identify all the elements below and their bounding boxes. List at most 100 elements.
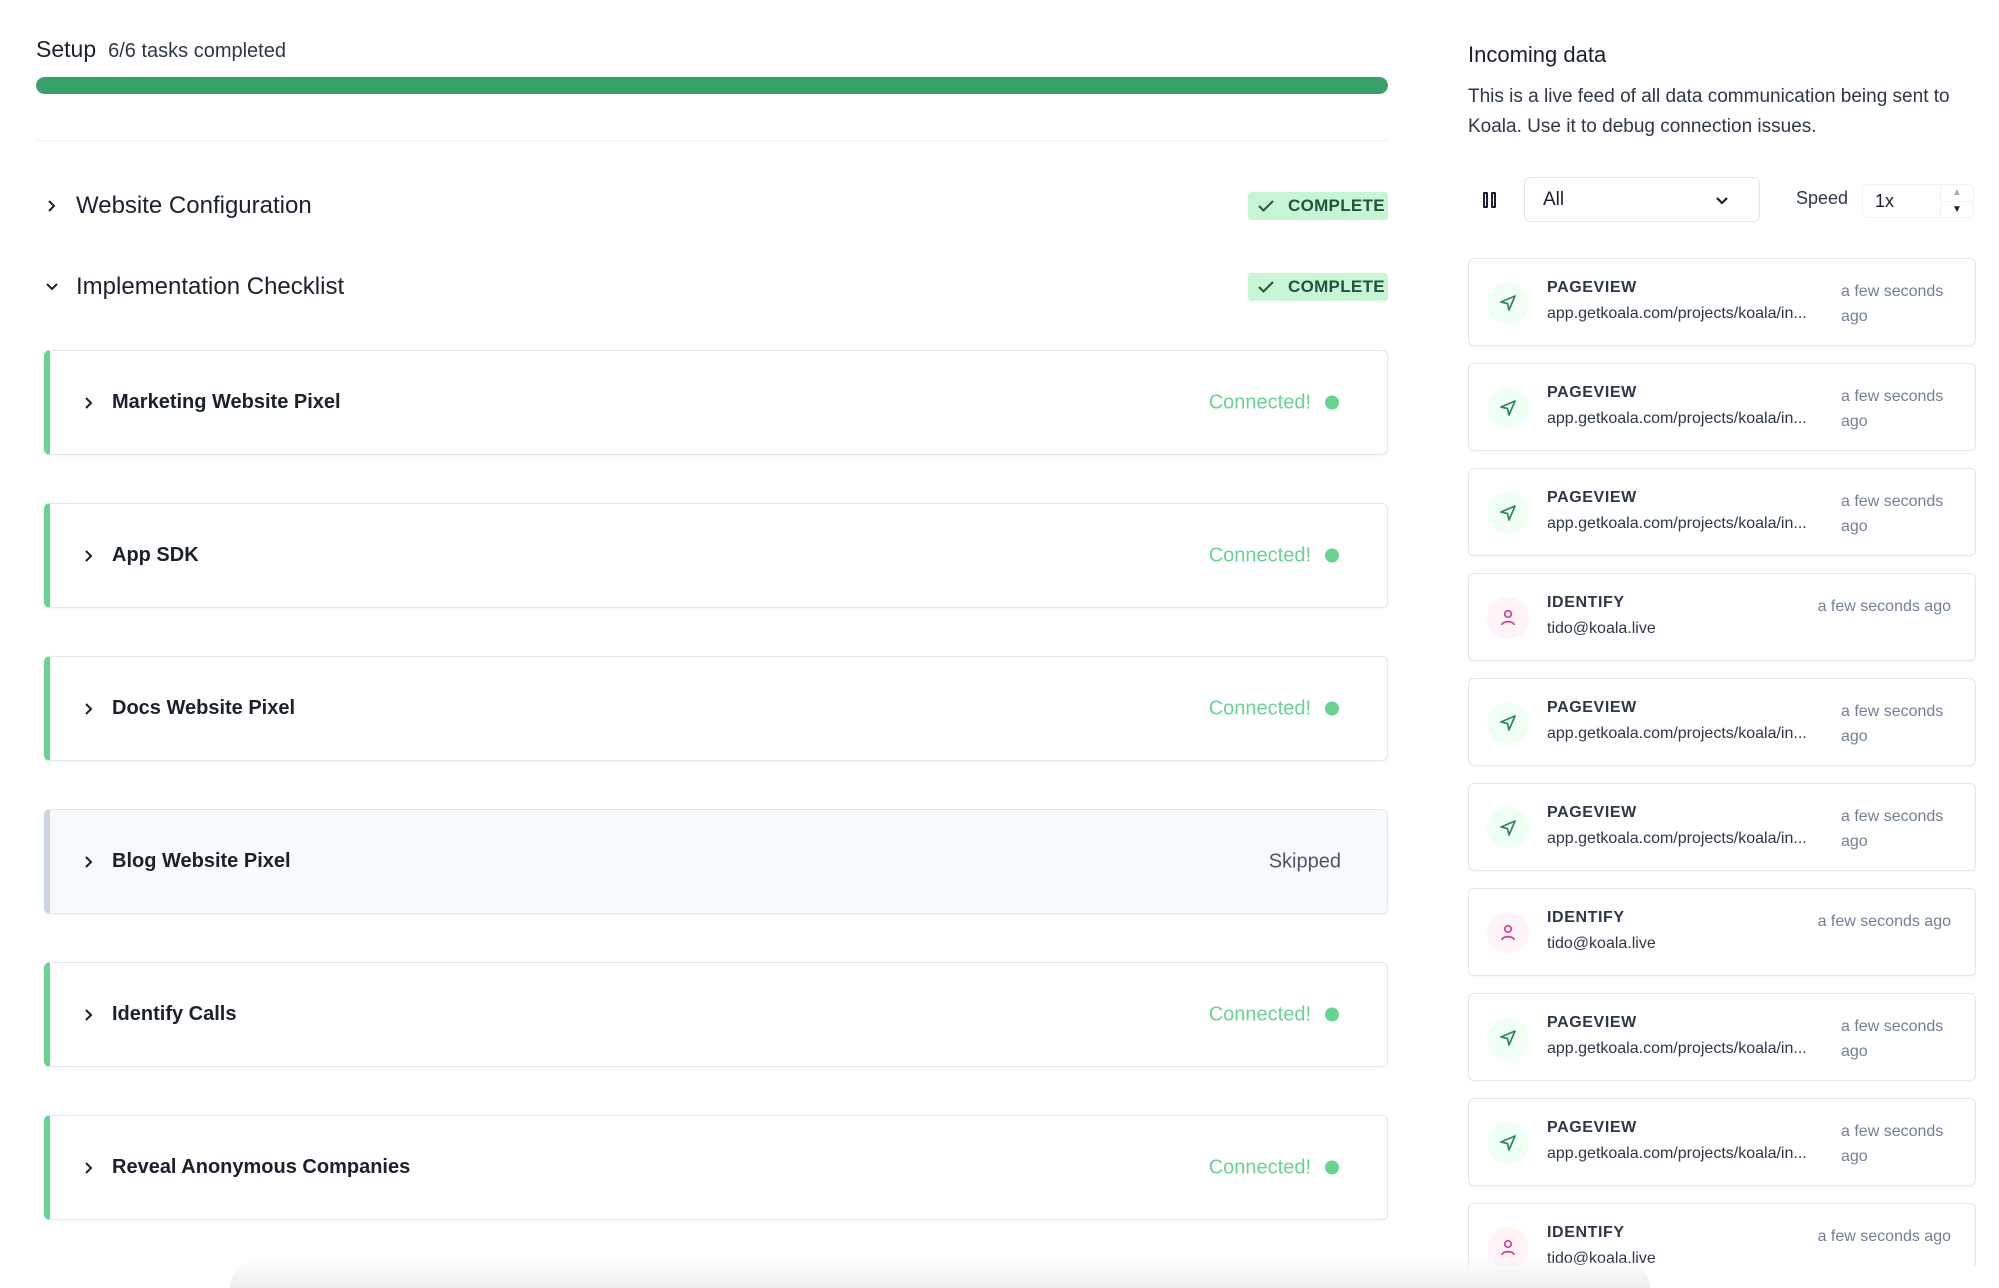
event-detail: app.getkoala.com/projects/koala/in...: [1547, 410, 1807, 427]
feed-item[interactable]: IDENTIFY tido@koala.live a few seconds ago: [1468, 888, 1976, 976]
complete-badge: COMPLETE: [1248, 273, 1388, 301]
status-dot: [1325, 548, 1339, 563]
pause-button[interactable]: [1478, 188, 1500, 212]
user-icon: [1487, 1227, 1529, 1266]
decrement-icon[interactable]: ▼: [1941, 202, 1973, 218]
progress-fill: [36, 77, 1388, 94]
feed-item[interactable]: PAGEVIEW app.getkoala.com/projects/koala/…: [1468, 678, 1976, 766]
setup-title: Setup: [36, 36, 97, 62]
status-label: Connected!: [1208, 391, 1311, 413]
section-title: Implementation Checklist: [76, 273, 345, 300]
event-time: a few seconds ago: [1841, 283, 1944, 325]
speed-label: Speed: [1796, 188, 1849, 208]
setup-progress-bar: [36, 77, 1388, 94]
checklist-item-title: Docs Website Pixel: [112, 697, 296, 719]
checklist-item[interactable]: Identify Calls Connected!: [44, 962, 1388, 1067]
event-time: a few seconds ago: [1817, 1228, 1951, 1245]
chevron-down-icon: [1716, 197, 1728, 205]
status-label: Connected!: [1208, 1003, 1311, 1025]
divider: [36, 140, 1388, 141]
event-type: IDENTIFY: [1547, 909, 1625, 926]
checklist-item-status: Connected!: [1209, 1003, 1339, 1026]
event-time: a few seconds ago: [1841, 1123, 1944, 1165]
check-icon: [1258, 281, 1274, 293]
check-icon: [1258, 200, 1274, 212]
checklist-item[interactable]: App SDK Connected!: [44, 503, 1388, 608]
send-icon: [1487, 387, 1529, 429]
send-icon: [1487, 1017, 1529, 1059]
checklist-item[interactable]: Blog Website Pixel Skipped: [44, 809, 1388, 914]
event-type: PAGEVIEW: [1547, 279, 1637, 296]
chevron-right-icon: [84, 855, 98, 869]
chevron-right-icon: [44, 198, 60, 214]
event-feed[interactable]: PAGEVIEW app.getkoala.com/projects/koala/…: [1468, 258, 1976, 1266]
chevron-right-icon: [84, 396, 98, 410]
badge-label: COMPLETE: [1288, 196, 1385, 215]
section-website-configuration[interactable]: Website Configuration COMPLETE: [36, 186, 1388, 226]
event-type: PAGEVIEW: [1547, 1119, 1637, 1136]
tasks-completed: 6/6 tasks completed: [108, 40, 286, 62]
send-icon: [1487, 282, 1529, 324]
status-dot: [1325, 395, 1339, 410]
status-label: Connected!: [1208, 1156, 1311, 1178]
event-detail: tido@koala.live: [1547, 935, 1656, 952]
feed-item[interactable]: IDENTIFY tido@koala.live a few seconds ago: [1468, 1203, 1976, 1266]
event-time: a few seconds ago: [1841, 1018, 1944, 1060]
badge-label: COMPLETE: [1288, 277, 1385, 296]
send-icon: [1487, 702, 1529, 744]
feed-item[interactable]: PAGEVIEW app.getkoala.com/projects/koala/…: [1468, 993, 1976, 1081]
speed-stepper[interactable]: ▲ ▼: [1940, 185, 1973, 217]
event-time: a few seconds ago: [1841, 388, 1944, 430]
user-icon: [1487, 597, 1529, 639]
chevron-right-icon: [84, 702, 98, 716]
feed-item[interactable]: IDENTIFY tido@koala.live a few seconds ago: [1468, 573, 1976, 661]
speed-value: 1x: [1875, 190, 1895, 211]
event-time: a few seconds ago: [1817, 598, 1951, 615]
event-detail: app.getkoala.com/projects/koala/in...: [1547, 830, 1807, 847]
status-label: Connected!: [1208, 697, 1311, 719]
event-detail: app.getkoala.com/projects/koala/in...: [1547, 1145, 1807, 1162]
incoming-title: Incoming data: [1468, 42, 1607, 67]
status-dot: [1325, 1160, 1339, 1175]
status-dot: [1325, 701, 1339, 716]
event-filter-select[interactable]: All: [1524, 177, 1760, 222]
status-dot: [1325, 1007, 1339, 1022]
checklist-item[interactable]: Marketing Website Pixel Connected!: [44, 350, 1388, 455]
chevron-right-icon: [84, 1161, 98, 1175]
feed-item[interactable]: PAGEVIEW app.getkoala.com/projects/koala/…: [1468, 468, 1976, 556]
checklist-item-status: Connected!: [1209, 697, 1339, 720]
event-time: a few seconds ago: [1841, 808, 1944, 850]
increment-icon[interactable]: ▲: [1941, 185, 1973, 202]
checklist-item[interactable]: Reveal Anonymous Companies Connected!: [44, 1115, 1388, 1220]
filter-value: All: [1543, 188, 1565, 210]
event-detail: tido@koala.live: [1547, 620, 1656, 637]
send-icon: [1487, 807, 1529, 849]
checklist-item-status: Connected!: [1209, 391, 1339, 414]
status-label: Connected!: [1208, 544, 1311, 566]
user-icon: [1487, 912, 1529, 954]
speed-input[interactable]: 1x ▲ ▼: [1862, 184, 1974, 218]
send-icon: [1487, 492, 1529, 534]
chevron-down-icon: [44, 279, 60, 295]
event-type: PAGEVIEW: [1547, 804, 1637, 821]
checklist-item[interactable]: Docs Website Pixel Connected!: [44, 656, 1388, 761]
complete-badge: COMPLETE: [1248, 192, 1388, 220]
event-type: PAGEVIEW: [1547, 384, 1637, 401]
feed-item[interactable]: PAGEVIEW app.getkoala.com/projects/koala/…: [1468, 783, 1976, 871]
event-detail: app.getkoala.com/projects/koala/in...: [1547, 305, 1807, 322]
checklist-item-status: Connected!: [1209, 544, 1339, 567]
pause-icon: [1490, 192, 1496, 208]
checklist-item-title: Reveal Anonymous Companies: [112, 1156, 411, 1178]
incoming-description: This is a live feed of all data communic…: [1468, 86, 1950, 137]
checklist-item-status: Connected!: [1209, 1156, 1339, 1179]
feed-item[interactable]: PAGEVIEW app.getkoala.com/projects/koala/…: [1468, 363, 1976, 451]
chevron-right-icon: [84, 549, 98, 563]
event-type: PAGEVIEW: [1547, 1014, 1637, 1031]
setup-header: Setup 6/6 tasks completed: [36, 36, 286, 63]
feed-item[interactable]: PAGEVIEW app.getkoala.com/projects/koala/…: [1468, 1098, 1976, 1186]
section-implementation-checklist[interactable]: Implementation Checklist COMPLETE: [36, 267, 1388, 307]
checklist-item-title: Identify Calls: [112, 1003, 237, 1025]
checklist-item-title: Blog Website Pixel: [112, 850, 291, 872]
bottom-overlay: [230, 1262, 1650, 1288]
feed-item[interactable]: PAGEVIEW app.getkoala.com/projects/koala/…: [1468, 258, 1976, 346]
